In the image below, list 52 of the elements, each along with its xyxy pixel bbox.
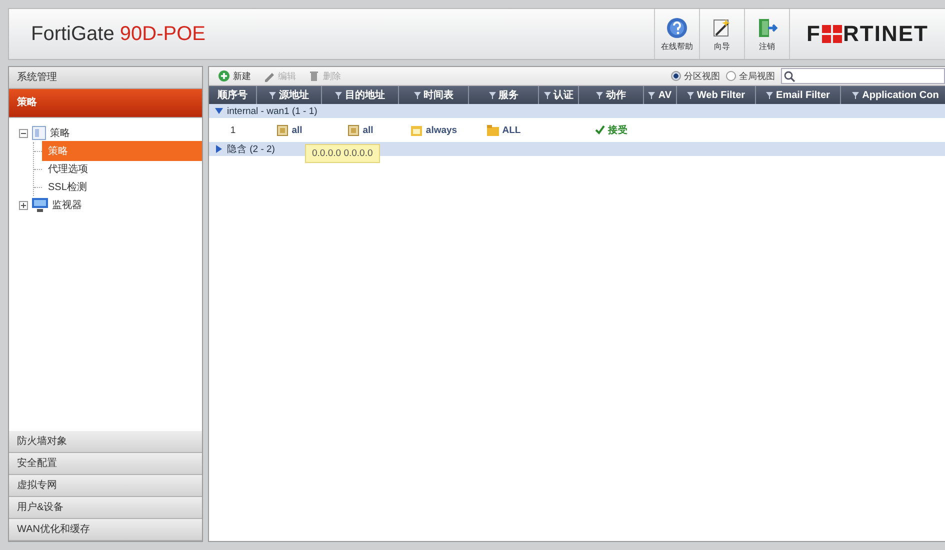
filter-icon bbox=[852, 92, 860, 98]
filter-icon bbox=[544, 92, 550, 98]
search-icon bbox=[784, 70, 795, 82]
address-icon bbox=[276, 124, 289, 136]
table-cell: ALL bbox=[487, 124, 521, 136]
toolbar-button[interactable]: 新建 bbox=[215, 70, 254, 82]
tree-item[interactable]: 策略 bbox=[50, 126, 70, 140]
folder-icon bbox=[487, 124, 500, 136]
toolbar-button[interactable]: 注销 bbox=[744, 9, 790, 59]
filter-icon bbox=[488, 92, 496, 98]
brand-logo: F RTINET bbox=[806, 21, 930, 47]
tree-item[interactable]: 监视器 bbox=[52, 198, 82, 212]
tree-item[interactable]: SSL检测 bbox=[42, 177, 91, 197]
table-cell: all bbox=[348, 124, 374, 136]
sidebar-section[interactable]: 用户&设备 bbox=[9, 497, 202, 519]
table-cell: 1 bbox=[230, 124, 236, 136]
sidebar-section[interactable]: 虚拟专网 bbox=[9, 475, 202, 497]
table-cell: 接受 bbox=[595, 124, 628, 136]
product-title: FortiGate 90D-POE bbox=[31, 22, 207, 46]
sidebar-section[interactable]: 安全配置 bbox=[9, 453, 202, 475]
trash-icon bbox=[308, 70, 320, 82]
group-row[interactable]: internal - wan1 (1 - 1) bbox=[209, 104, 945, 118]
table-cell: always bbox=[410, 124, 458, 136]
check-icon bbox=[595, 125, 605, 135]
monitor-icon bbox=[32, 198, 48, 212]
filter-icon bbox=[648, 92, 656, 98]
address-icon bbox=[348, 124, 360, 136]
view-radio[interactable]: 全局视图 bbox=[726, 70, 775, 82]
filter-icon bbox=[414, 92, 420, 98]
search-field[interactable] bbox=[781, 68, 945, 84]
filter-icon bbox=[335, 92, 342, 98]
filter-icon bbox=[686, 92, 694, 98]
calendar-icon bbox=[410, 124, 423, 136]
sidebar-section[interactable]: WAN优化和缓存 bbox=[9, 519, 202, 541]
filter-icon bbox=[596, 92, 603, 98]
sidebar-section[interactable]: 策略 bbox=[9, 89, 202, 118]
table-cell: all bbox=[276, 124, 302, 136]
filter-icon bbox=[766, 92, 774, 98]
toolbar-button[interactable]: 在线帮助 bbox=[654, 9, 699, 59]
plus-icon bbox=[218, 70, 230, 82]
tooltip: 0.0.0.0 0.0.0.0 bbox=[305, 144, 380, 163]
grid-icon bbox=[822, 25, 842, 43]
tree-item[interactable]: 代理选项 bbox=[42, 159, 92, 179]
sidebar-section[interactable]: 防火墙对象 bbox=[9, 431, 202, 453]
filter-icon bbox=[269, 92, 276, 98]
help-icon bbox=[666, 16, 688, 38]
list-icon bbox=[32, 126, 46, 140]
door-icon bbox=[756, 16, 778, 38]
view-radio[interactable]: 分区视图 bbox=[671, 70, 720, 82]
pencil-icon bbox=[263, 70, 275, 82]
toolbar-button[interactable]: 向导 bbox=[699, 9, 744, 59]
sidebar-section[interactable]: 系统管理 bbox=[9, 67, 202, 89]
